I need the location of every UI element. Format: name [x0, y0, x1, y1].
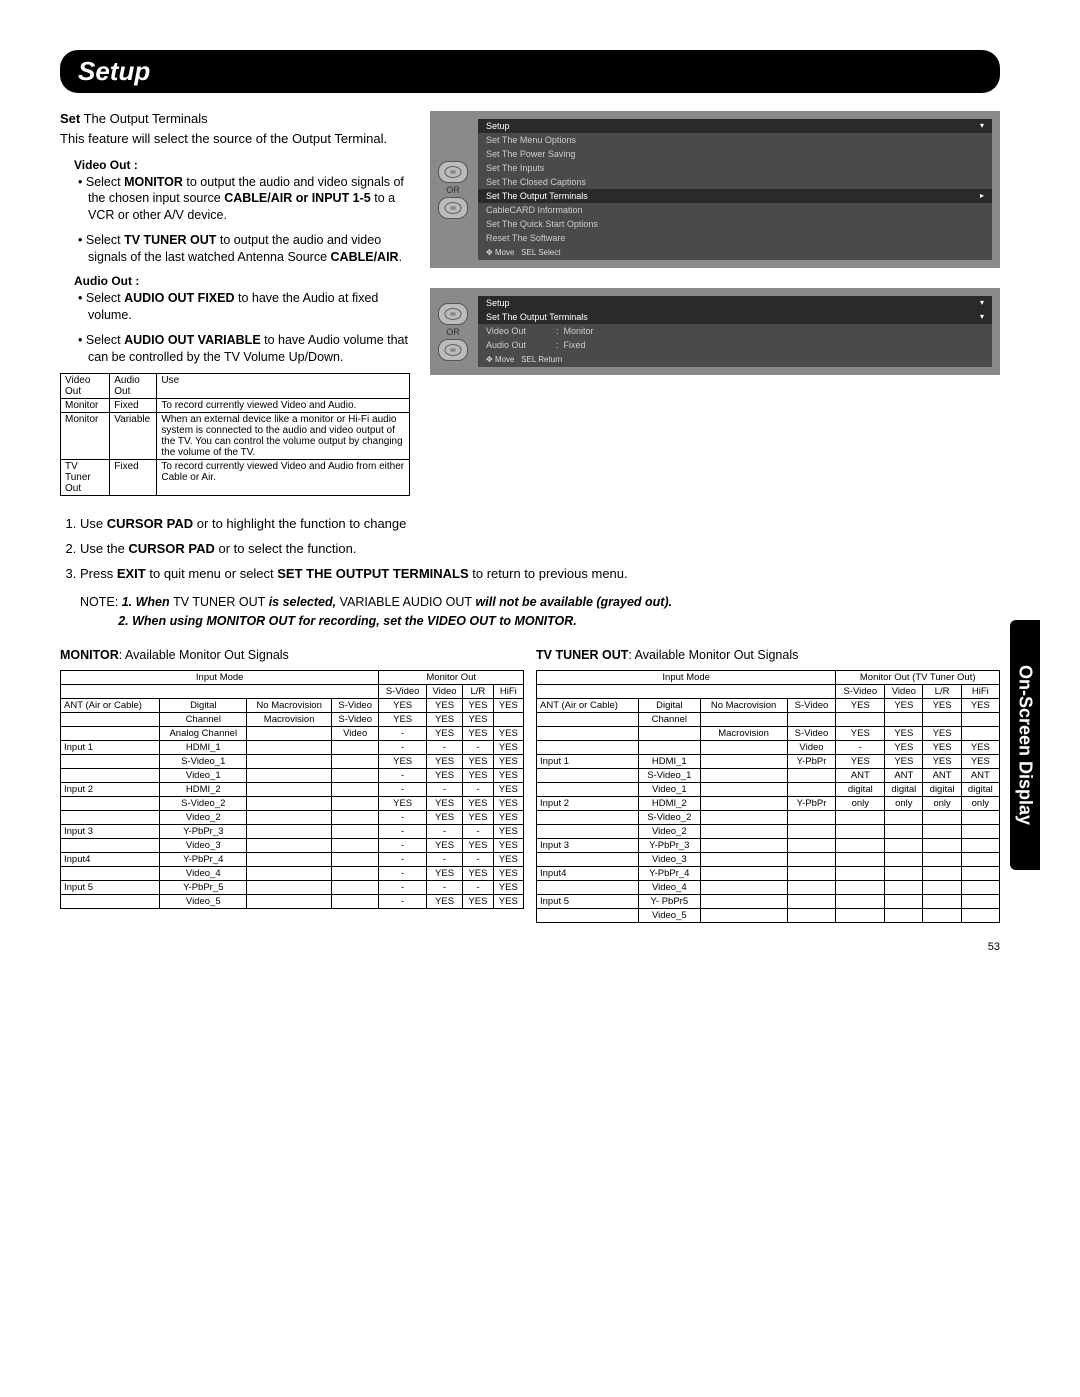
monitor-signals-table: Input ModeMonitor Out S-VideoVideoL/RHiF… [60, 670, 524, 909]
table-row: Video_2-YESYESYES [61, 810, 524, 824]
table-row: S-Video_2YESYESYESYES [61, 796, 524, 810]
video-out-bullet-2: Select TV TUNER OUT to output the audio … [88, 232, 410, 266]
osd-panel-1: OR Setup▾ Set The Menu Options Set The P… [430, 111, 1000, 268]
table-row: MacrovisionS-VideoYESYESYES [537, 726, 1000, 740]
table-row: Video_3 [537, 852, 1000, 866]
step-1: Use CURSOR PAD or to highlight the funct… [80, 516, 1000, 531]
remote-icons-1: OR [438, 161, 468, 219]
step-3: Press EXIT to quit menu or select SET TH… [80, 566, 1000, 581]
table-row: Input 5Y- PbPr5 [537, 894, 1000, 908]
video-out-bullet-1: Select MONITOR to output the audio and v… [88, 174, 410, 225]
section-title: Set The Output Terminals [60, 111, 410, 126]
page-number: 53 [988, 941, 1000, 953]
table-row: Video_4-YESYESYES [61, 866, 524, 880]
audio-out-bullet-2: Select AUDIO OUT VARIABLE to have Audio … [88, 332, 410, 366]
table-row: Video_2 [537, 824, 1000, 838]
side-tab: On-Screen Display [1010, 620, 1040, 870]
table-row: Input4Y-PbPr_4---YES [61, 852, 524, 866]
cursor-pad-icon [438, 161, 468, 183]
audio-out-bullet-1: Select AUDIO OUT FIXED to have the Audio… [88, 290, 410, 324]
table-row: Input 2HDMI_2Y-PbPronlyonlyonlyonly [537, 796, 1000, 810]
note-block: NOTE: 1. When TV TUNER OUT is selected, … [80, 593, 1000, 629]
osd-panel-2: OR Setup▾ Set The Output Terminals▾ Vide… [430, 288, 1000, 375]
tuner-signals-title: TV TUNER OUT: Available Monitor Out Sign… [536, 648, 1000, 662]
submenu-arrow-icon: ▸ [980, 191, 984, 201]
intro-bold: Set [60, 111, 80, 126]
monitor-signals-title: MONITOR: Available Monitor Out Signals [60, 648, 524, 662]
cursor-pad-icon [438, 303, 468, 325]
osd-menu-1: Setup▾ Set The Menu Options Set The Powe… [478, 119, 992, 260]
audio-out-label: Audio Out : [74, 274, 410, 288]
osd-menu-2: Setup▾ Set The Output Terminals▾ Video O… [478, 296, 992, 367]
video-out-label: Video Out : [74, 158, 410, 172]
table-row: ChannelMacrovisionS-VideoYESYESYES [61, 712, 524, 726]
table-row: Input 5Y-PbPr_5---YES [61, 880, 524, 894]
table-row: Channel [537, 712, 1000, 726]
table-row: Input 3Y-PbPr_3---YES [61, 824, 524, 838]
use-table: Video OutAudio OutUse MonitorFixedTo rec… [60, 373, 410, 496]
table-row: Input4Y-PbPr_4 [537, 866, 1000, 880]
submenu-arrow-icon: ▾ [980, 298, 984, 308]
submenu-arrow-icon: ▾ [980, 121, 984, 131]
table-row: S-Video_1YESYESYESYES [61, 754, 524, 768]
table-row: S-Video_2 [537, 810, 1000, 824]
submenu-arrow-icon: ▾ [980, 312, 984, 322]
step-2: Use the CURSOR PAD or to select the func… [80, 541, 1000, 556]
table-row: Video_4 [537, 880, 1000, 894]
table-row: Video_3-YESYESYES [61, 838, 524, 852]
table-row: Analog ChannelVideo-YESYESYES [61, 726, 524, 740]
remote-icons-2: OR [438, 303, 468, 361]
table-row: ANT (Air or Cable)DigitalNo MacrovisionS… [537, 698, 1000, 712]
table-row: S-Video_1ANTANTANTANT [537, 768, 1000, 782]
table-row: Video_5-YESYESYES [61, 894, 524, 908]
cursor-pad-icon [438, 339, 468, 361]
cursor-pad-icon [438, 197, 468, 219]
intro-rest: The Output Terminals [80, 111, 207, 126]
table-row: Input 2HDMI_2---YES [61, 782, 524, 796]
table-row: Input 1HDMI_1Y-PbPrYESYESYESYES [537, 754, 1000, 768]
steps-list: Use CURSOR PAD or to highlight the funct… [80, 516, 1000, 581]
intro-body: This feature will select the source of t… [60, 130, 410, 148]
table-row: Video_5 [537, 908, 1000, 922]
table-row: ANT (Air or Cable)DigitalNo MacrovisionS… [61, 698, 524, 712]
page-header: Setup [60, 50, 1000, 93]
tuner-signals-table: Input ModeMonitor Out (TV Tuner Out) S-V… [536, 670, 1000, 923]
table-row: Video-YESYESYES [537, 740, 1000, 754]
table-row: Video_1digitaldigitaldigitaldigital [537, 782, 1000, 796]
table-row: Input 3Y-PbPr_3 [537, 838, 1000, 852]
table-row: Video_1-YESYESYES [61, 768, 524, 782]
table-row: Input 1HDMI_1---YES [61, 740, 524, 754]
